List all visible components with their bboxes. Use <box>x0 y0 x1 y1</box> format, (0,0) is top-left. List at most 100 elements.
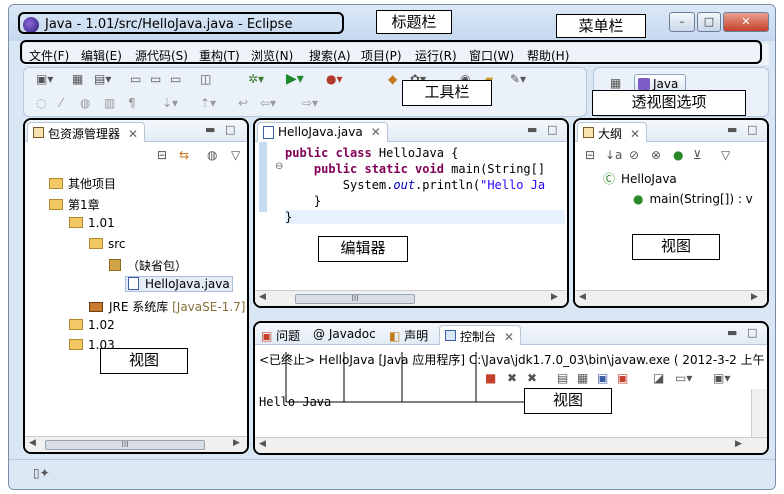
open-perspective-icon[interactable]: ▦ <box>610 76 621 90</box>
scroll-thumb[interactable]: III <box>295 294 415 304</box>
view-menu-icon[interactable]: ▽ <box>721 148 730 162</box>
tab-outline[interactable]: 大纲 ✕ <box>577 122 648 142</box>
show-stderr-icon[interactable]: ▣ <box>617 371 628 385</box>
maximize-view-icon[interactable]: □ <box>225 123 235 136</box>
close-tab-icon[interactable]: ✕ <box>504 330 514 344</box>
maximize-view-icon[interactable]: □ <box>547 123 557 136</box>
pencil-icon[interactable]: ✎▾ <box>510 72 526 86</box>
pin-console-icon[interactable]: ◪ <box>653 371 664 385</box>
back-icon[interactable]: ⇦▾ <box>260 96 276 110</box>
tree-label: 1.02 <box>88 318 115 332</box>
minimize-view-icon[interactable]: ▬ <box>527 123 537 136</box>
tree-item-chapter1[interactable]: 第1章 <box>49 196 100 213</box>
tab-hellojava[interactable]: HelloJava.java ✕ <box>257 122 388 142</box>
last-edit-icon[interactable]: ↩ <box>238 96 248 110</box>
new-icon[interactable]: ▣▾ <box>36 72 53 86</box>
scroll-right-icon[interactable]: ▶ <box>233 438 240 448</box>
new-package-icon[interactable]: ▦ <box>72 72 83 86</box>
scroll-right-icon[interactable]: ▶ <box>735 439 742 449</box>
horizontal-scrollbar[interactable]: ◀ III ▶ <box>255 290 567 306</box>
close-tab-icon[interactable]: ✕ <box>630 127 640 141</box>
print-icon[interactable]: ▭ <box>170 72 181 86</box>
run-icon[interactable]: ▶▾ <box>286 71 304 87</box>
code-text: main(String[] <box>443 162 546 176</box>
mark-icon[interactable]: ⁄ <box>60 96 62 110</box>
link-editor-icon[interactable]: ⇆ <box>179 148 189 162</box>
external-tools-icon[interactable]: ●▾ <box>326 72 343 86</box>
scroll-lock-icon[interactable]: ▦ <box>577 371 588 385</box>
outline-class[interactable]: Ⓒ HelloJava <box>603 170 677 187</box>
display-console-icon[interactable]: ▭▾ <box>675 371 692 385</box>
horizontal-scrollbar[interactable]: ◀ ▶ <box>255 437 767 453</box>
tab-problems[interactable]: ▣ 问题 <box>261 327 300 344</box>
maximize-view-icon[interactable]: □ <box>747 326 757 339</box>
minimize-view-icon[interactable]: ▬ <box>727 123 737 136</box>
scroll-left-icon[interactable]: ◀ <box>259 439 266 449</box>
remove-all-icon[interactable]: ✖ <box>527 371 537 385</box>
debug-icon[interactable]: ✲▾ <box>248 72 264 86</box>
scroll-thumb[interactable]: III <box>45 440 205 450</box>
view-options-icon[interactable]: ◍ <box>207 148 217 162</box>
hide-fields-icon[interactable]: ⊘ <box>629 148 639 162</box>
scroll-right-icon[interactable]: ▶ <box>551 292 558 302</box>
close-tab-icon[interactable]: ✕ <box>128 127 138 141</box>
hide-nonpublic-icon[interactable]: ● <box>673 148 683 162</box>
tab-console[interactable]: 控制台 ✕ <box>439 325 522 345</box>
scroll-left-icon[interactable]: ◀ <box>29 438 36 448</box>
breadcrumb-icon[interactable]: ◍ <box>80 96 90 110</box>
toggle-icon[interactable]: ◌ <box>36 96 46 110</box>
terminate-icon[interactable]: ■ <box>485 371 496 385</box>
tab-javadoc[interactable]: @ Javadoc <box>313 327 376 341</box>
code-line-1[interactable]: public class HelloJava { <box>285 146 458 160</box>
minimize-view-icon[interactable]: ▬ <box>727 326 737 339</box>
scroll-right-icon[interactable]: ▶ <box>751 292 758 302</box>
fold-icon[interactable]: ⊖ <box>275 161 283 172</box>
collapse-icon[interactable]: ⊟ <box>585 148 595 162</box>
vertical-scrollbar[interactable] <box>751 389 767 437</box>
outline-method[interactable]: ● main(String[]) : v <box>633 192 753 206</box>
save-all-icon[interactable]: ▭ <box>150 72 161 86</box>
open-type-icon[interactable]: ◫ <box>200 72 211 86</box>
show-stdout-icon[interactable]: ▣ <box>597 371 608 385</box>
tree-item-default-package[interactable]: （缺省包） <box>109 257 187 274</box>
prev-annotation-icon[interactable]: ⇡▾ <box>200 96 216 110</box>
sort-icon[interactable]: ↓a <box>605 148 622 162</box>
minimize-view-icon[interactable]: ▬ <box>205 123 215 136</box>
tree-item-src[interactable]: src <box>89 237 126 251</box>
horizontal-scrollbar[interactable]: ◀ III ▶ <box>25 436 247 452</box>
fast-view-icon[interactable]: ▯✦ <box>33 466 50 480</box>
block-select-icon[interactable]: ▥ <box>104 96 115 110</box>
new-class-icon[interactable]: ▤▾ <box>94 72 111 86</box>
save-icon[interactable]: ▭ <box>130 72 141 86</box>
clear-console-icon[interactable]: ▤ <box>557 371 568 385</box>
horizontal-scrollbar[interactable]: ◀ ▶ <box>575 290 767 306</box>
tab-declaration[interactable]: ◧ 声明 <box>389 327 428 344</box>
code-line-5[interactable]: } <box>285 210 565 224</box>
forward-icon[interactable]: ⇨▾ <box>302 96 318 110</box>
code-line-2[interactable]: public static void main(String[] <box>285 162 545 176</box>
view-menu-icon[interactable]: ▽ <box>231 148 240 162</box>
collapse-all-icon[interactable]: ⊟ <box>157 148 167 162</box>
code-line-4[interactable]: } <box>285 194 321 208</box>
close-button[interactable]: ✕ <box>723 12 769 32</box>
hide-static-icon[interactable]: ⊗ <box>651 148 661 162</box>
next-annotation-icon[interactable]: ⇣▾ <box>162 96 178 110</box>
open-console-icon[interactable]: ▣▾ <box>713 371 730 385</box>
maximize-button[interactable]: □ <box>697 12 721 32</box>
scroll-left-icon[interactable]: ◀ <box>259 292 266 302</box>
tree-item-hellojava[interactable]: HelloJava.java <box>125 276 233 292</box>
scroll-left-icon[interactable]: ◀ <box>579 292 586 302</box>
tree-item-other[interactable]: 其他项目 <box>49 175 116 192</box>
tab-package-explorer[interactable]: 包资源管理器 ✕ <box>27 122 146 142</box>
code-line-3[interactable]: System.out.println("Hello Ja <box>285 178 545 192</box>
close-tab-icon[interactable]: ✕ <box>371 125 381 139</box>
minimize-button[interactable]: – <box>669 12 695 32</box>
tree-item-jre[interactable]: JRE 系统库 [JavaSE-1.7] <box>89 298 245 315</box>
tree-item-1-02[interactable]: 1.02 <box>69 318 115 332</box>
hide-local-icon[interactable]: ⊻ <box>693 148 702 162</box>
maximize-view-icon[interactable]: □ <box>747 123 757 136</box>
new-java-project-icon[interactable]: ◆ <box>388 72 397 86</box>
remove-launch-icon[interactable]: ✖ <box>507 371 517 385</box>
paragraph-icon[interactable]: ¶ <box>128 96 136 110</box>
tree-item-1-01[interactable]: 1.01 <box>69 216 115 230</box>
